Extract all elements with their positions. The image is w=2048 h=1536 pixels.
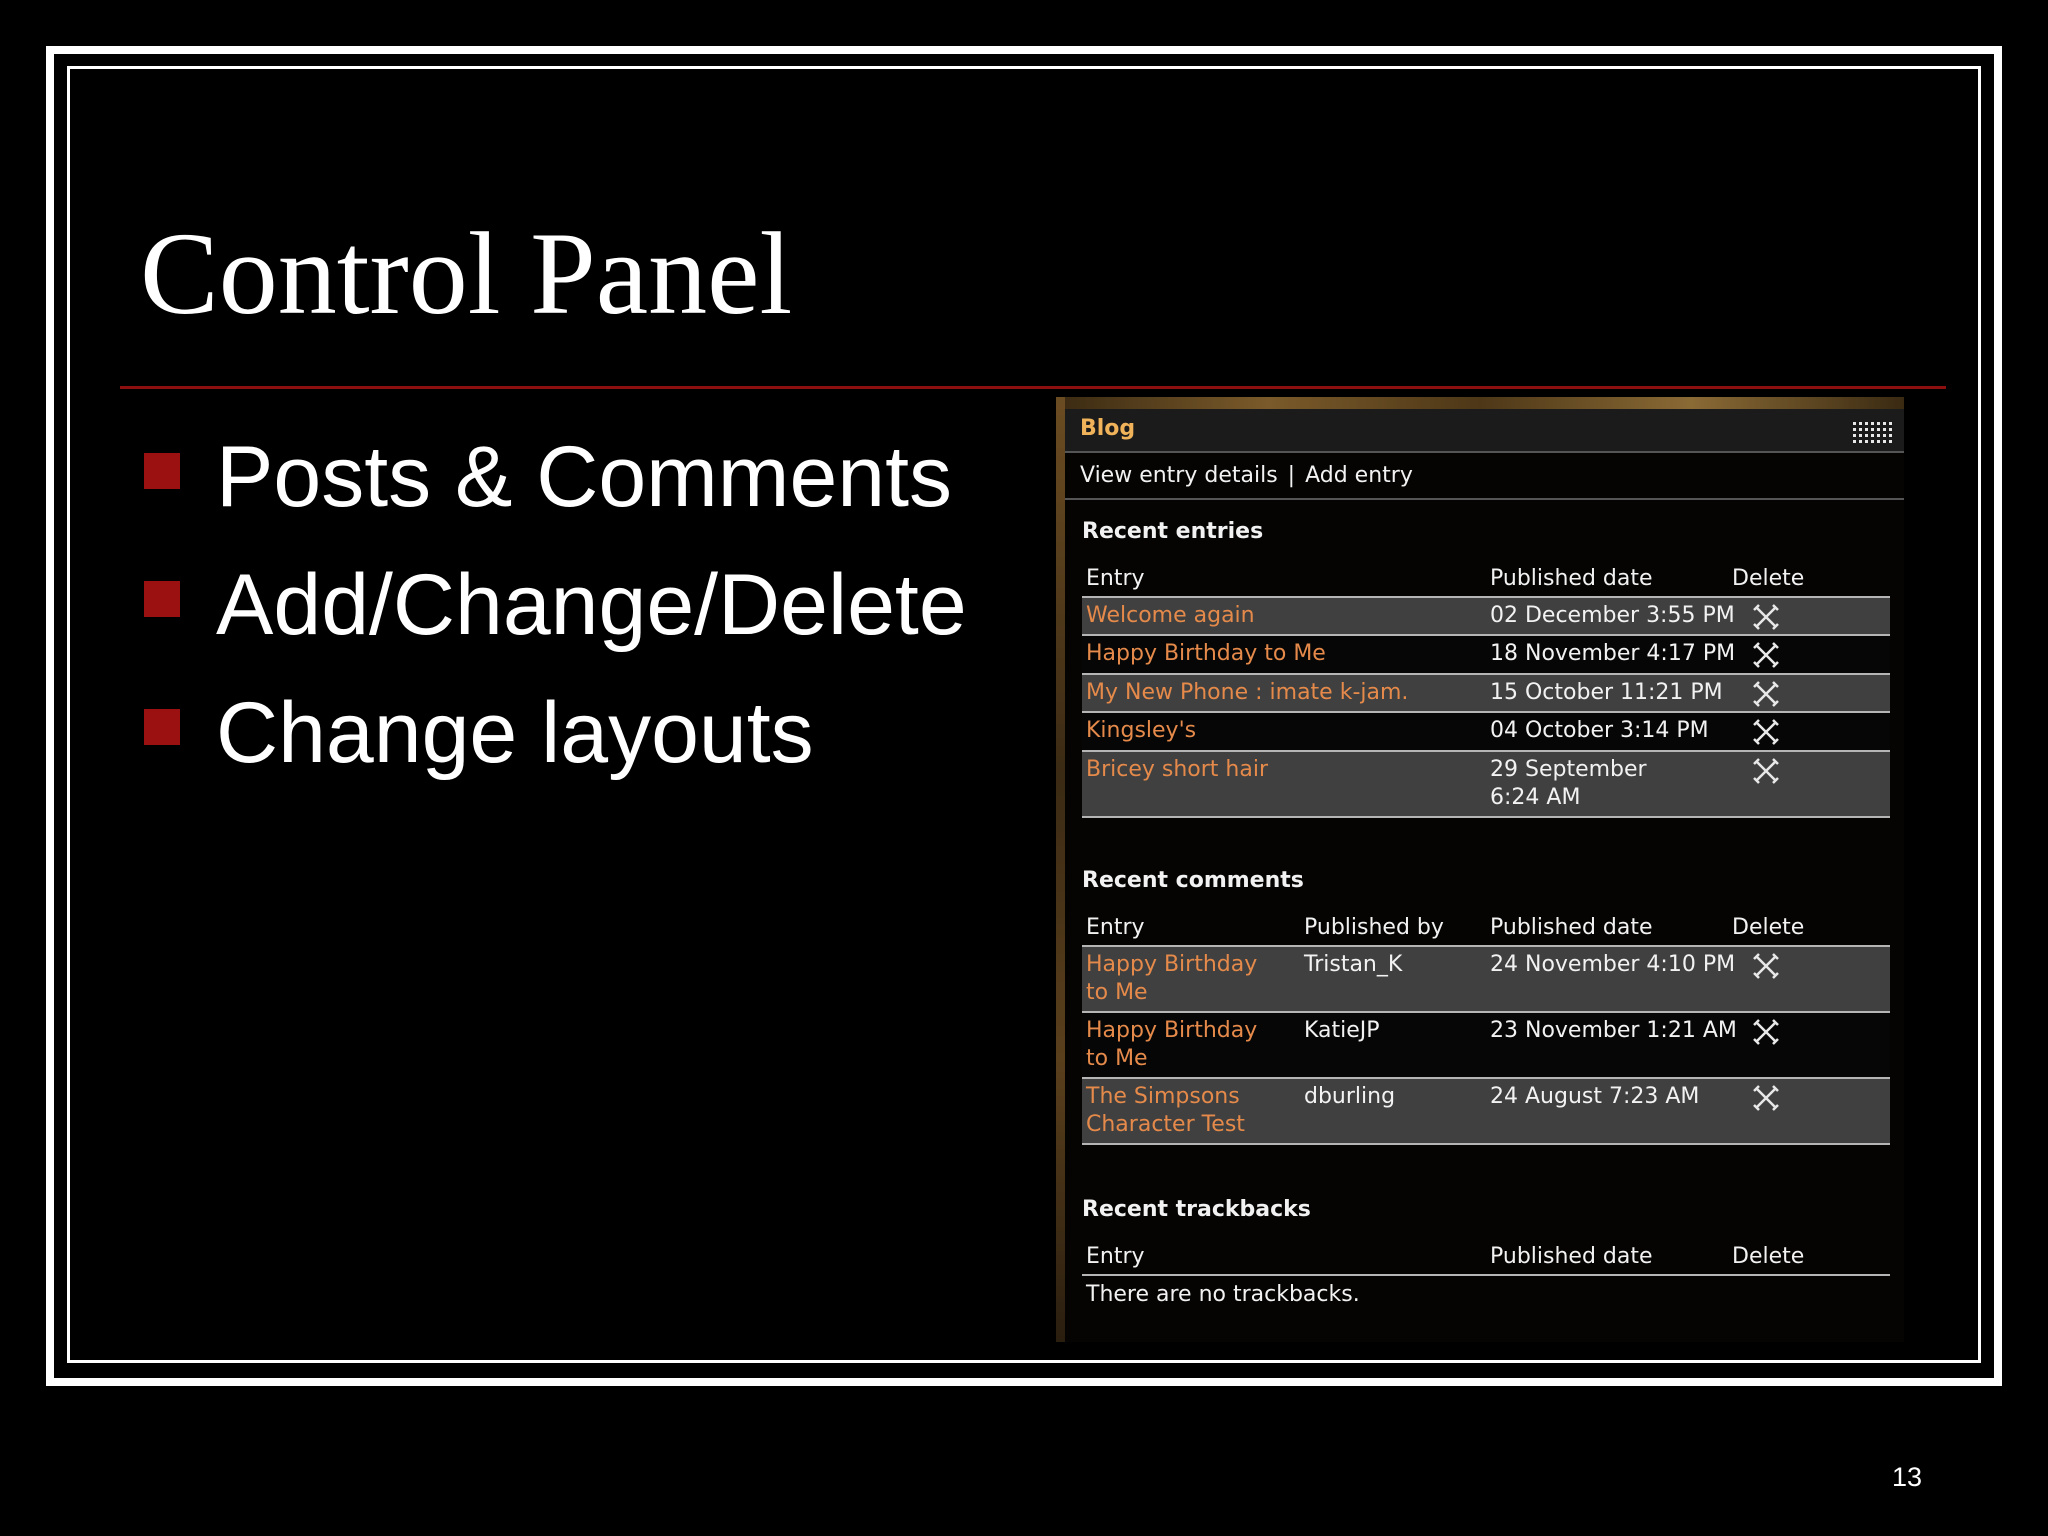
title-divider — [120, 386, 1946, 389]
column-header-published-date: Published date — [1490, 566, 1653, 591]
delete-icon[interactable] — [1752, 952, 1780, 980]
table-header: Entry Published date Delete — [1082, 562, 1890, 598]
column-header-entry: Entry — [1086, 566, 1145, 591]
published-date: 29 September 6:24 AM — [1490, 757, 1647, 810]
published-date: 24 November 4:10 PM — [1490, 952, 1736, 977]
delete-icon[interactable] — [1752, 680, 1780, 708]
square-bullet-icon — [144, 453, 180, 489]
published-date: 04 October 3:14 PM — [1490, 718, 1709, 743]
widget-title: Blog — [1080, 416, 1136, 441]
delete-icon[interactable] — [1752, 641, 1780, 669]
recent-entries-table: Entry Published date Delete Welcome agai… — [1082, 562, 1890, 818]
add-entry-link[interactable]: Add entry — [1305, 463, 1413, 488]
delete-icon[interactable] — [1752, 1018, 1780, 1046]
column-header-published-date: Published date — [1490, 1244, 1653, 1269]
column-header-delete: Delete — [1732, 1244, 1805, 1269]
delete-icon[interactable] — [1752, 603, 1780, 631]
empty-row: There are no trackbacks. — [1082, 1276, 1890, 1316]
published-date: 02 December 3:55 PM — [1490, 603, 1735, 628]
table-row: Happy Birthday to Me Tristan_K 24 Novemb… — [1082, 947, 1890, 1013]
entry-link[interactable]: Kingsley's — [1086, 717, 1196, 745]
recent-entries-heading: Recent entries — [1082, 519, 1264, 544]
recent-comments-heading: Recent comments — [1082, 868, 1304, 893]
table-header: Entry Published date Delete — [1082, 1240, 1890, 1276]
bullet-text: Change layouts — [216, 685, 814, 781]
delete-icon[interactable] — [1752, 718, 1780, 746]
link-separator: | — [1287, 463, 1296, 488]
square-bullet-icon — [144, 581, 180, 617]
column-header-entry: Entry — [1086, 1244, 1145, 1269]
entry-link[interactable]: Welcome again — [1086, 602, 1255, 630]
grid-icon[interactable] — [1853, 422, 1893, 444]
table-row: Happy Birthday to Me 18 November 4:17 PM — [1082, 636, 1890, 675]
widget-decorative-border — [1056, 397, 1065, 1342]
slide-title: Control Panel — [140, 208, 793, 339]
view-entry-details-link[interactable]: View entry details — [1080, 463, 1278, 488]
column-header-entry: Entry — [1086, 915, 1145, 940]
widget-decorative-border — [1056, 397, 1904, 409]
column-header-delete: Delete — [1732, 566, 1805, 591]
column-header-delete: Delete — [1732, 915, 1805, 940]
published-date: 18 November 4:17 PM — [1490, 641, 1736, 666]
widget-header: Blog — [1065, 409, 1904, 453]
entry-link[interactable]: My New Phone : imate k-jam. — [1086, 679, 1408, 707]
published-date: 15 October 11:21 PM — [1490, 680, 1723, 705]
delete-icon[interactable] — [1752, 1084, 1780, 1112]
widget-links: View entry details | Add entry — [1080, 463, 1413, 488]
recent-trackbacks-table: Entry Published date Delete There are no… — [1082, 1240, 1890, 1316]
no-trackbacks-message: There are no trackbacks. — [1086, 1282, 1360, 1307]
column-header-published-date: Published date — [1490, 915, 1653, 940]
published-by: KatieJP — [1304, 1018, 1380, 1043]
delete-icon[interactable] — [1752, 757, 1780, 785]
entry-link[interactable]: The Simpsons Character Test — [1086, 1083, 1286, 1139]
slide-number: 13 — [1892, 1462, 1923, 1492]
table-row: Welcome again 02 December 3:55 PM — [1082, 598, 1890, 636]
table-header: Entry Published by Published date Delete — [1082, 911, 1890, 947]
published-date: 23 November 1:21 AM — [1490, 1018, 1737, 1043]
table-row: Kingsley's 04 October 3:14 PM — [1082, 713, 1890, 752]
divider — [1065, 498, 1904, 500]
entry-link[interactable]: Happy Birthday to Me — [1086, 640, 1326, 668]
published-by: dburling — [1304, 1084, 1396, 1109]
entry-link[interactable]: Happy Birthday to Me — [1086, 951, 1286, 1007]
recent-comments-table: Entry Published by Published date Delete… — [1082, 911, 1890, 1145]
table-row: Bricey short hair 29 September 6:24 AM — [1082, 752, 1890, 818]
entry-link[interactable]: Happy Birthday to Me — [1086, 1017, 1286, 1073]
blog-widget-screenshot: Blog View entry details | Add entry Recent… — [1056, 397, 1904, 1342]
entry-link[interactable]: Bricey short hair — [1086, 756, 1268, 784]
table-row: My New Phone : imate k-jam. 15 October 1… — [1082, 675, 1890, 713]
bullet-text: Add/Change/Delete — [216, 557, 967, 653]
published-date: 24 August 7:23 AM — [1490, 1084, 1700, 1109]
published-by: Tristan_K — [1304, 952, 1403, 977]
bullet-text: Posts & Comments — [216, 429, 952, 525]
table-row: The Simpsons Character Test dburling 24 … — [1082, 1079, 1890, 1145]
column-header-published-by: Published by — [1304, 915, 1444, 940]
recent-trackbacks-heading: Recent trackbacks — [1082, 1197, 1311, 1222]
table-row: Happy Birthday to Me KatieJP 23 November… — [1082, 1013, 1890, 1079]
square-bullet-icon — [144, 709, 180, 745]
